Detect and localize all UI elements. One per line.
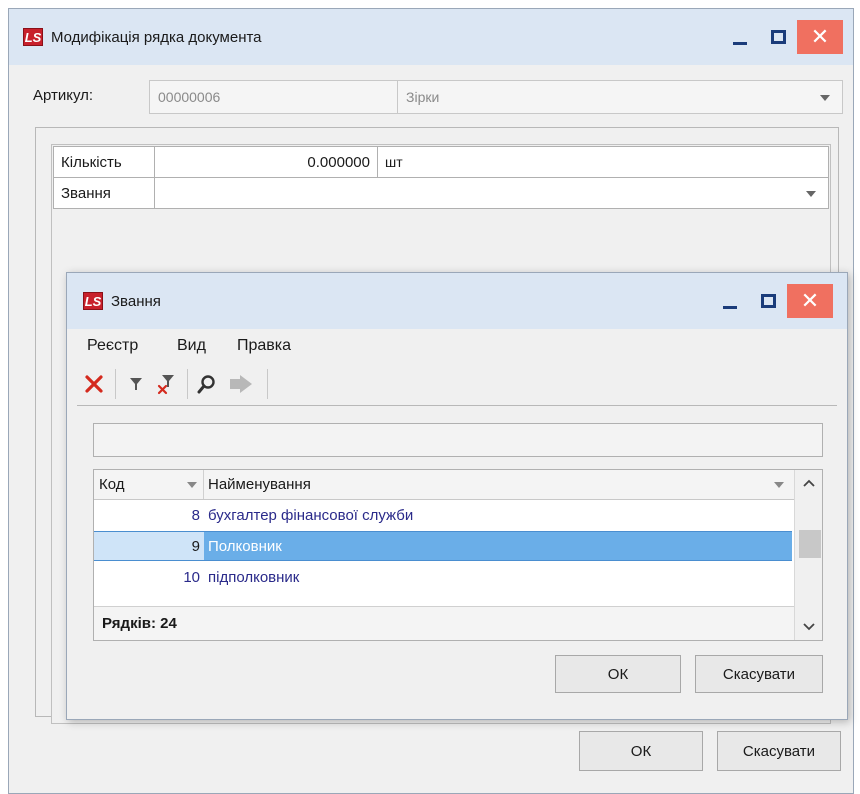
table-row[interactable]: 10 підполковник — [94, 562, 792, 592]
quantity-value: 0.000000 — [307, 153, 370, 171]
column-header-code[interactable]: Код — [94, 470, 204, 499]
scroll-up-icon[interactable] — [795, 470, 823, 496]
close-icon[interactable]: ✕ — [797, 20, 843, 54]
rank-label-cell: Звання — [53, 177, 155, 209]
navigate-icon[interactable] — [225, 369, 257, 399]
dialog-ok-label: ОК — [607, 665, 629, 683]
table-row-selected[interactable]: 9 Полковник — [94, 531, 792, 561]
app-logo-icon: LS — [83, 292, 103, 310]
quantity-field[interactable]: 0.000000 — [154, 146, 378, 178]
main-ok-label: ОК — [630, 742, 652, 760]
minimize-icon[interactable] — [721, 9, 759, 65]
main-ok-button[interactable]: ОК — [579, 731, 703, 771]
close-icon[interactable]: ✕ — [787, 284, 833, 318]
menu-registry[interactable]: Реєстр — [87, 337, 138, 355]
scrollbar[interactable] — [794, 470, 822, 640]
row-name: підполковник — [208, 568, 300, 586]
row-code: 10 — [183, 568, 200, 586]
scroll-thumb[interactable] — [799, 530, 821, 558]
maximize-icon[interactable] — [749, 273, 787, 329]
table-footer: Рядків: 24 — [94, 606, 794, 640]
dialog-titlebar[interactable]: LS Звання ✕ — [67, 273, 847, 329]
menu-edit[interactable]: Правка — [237, 337, 291, 355]
article-name-select[interactable]: Зірки — [397, 80, 843, 114]
article-code-value: 00000006 — [158, 89, 221, 105]
article-label: Артикул: — [33, 87, 94, 104]
row-code: 9 — [94, 532, 204, 560]
dialog-cancel-label: Скасувати — [722, 665, 796, 683]
maximize-icon[interactable] — [759, 9, 797, 65]
row-code: 8 — [191, 506, 200, 524]
rank-dialog: LS Звання ✕ Реєстр Вид Правка Код Наймен… — [66, 272, 848, 720]
rank-select[interactable] — [154, 177, 829, 209]
delete-icon[interactable] — [81, 369, 107, 399]
ranks-table: Код Найменування 8 бухгалтер фінансової … — [93, 469, 823, 641]
article-code-field[interactable]: 00000006 — [149, 80, 399, 114]
main-cancel-label: Скасувати — [742, 742, 816, 760]
clear-filter-icon[interactable] — [153, 369, 181, 399]
main-titlebar[interactable]: LS Модифікація рядка документа ✕ — [9, 9, 853, 65]
table-row[interactable]: 8 бухгалтер фінансової служби — [94, 500, 792, 530]
scroll-down-icon[interactable] — [795, 614, 823, 640]
search-input[interactable] — [93, 423, 823, 457]
column-code-label: Код — [99, 476, 125, 493]
article-name-value: Зірки — [406, 89, 440, 105]
sort-icon — [187, 482, 197, 488]
search-icon[interactable] — [193, 369, 221, 399]
row-name: Полковник — [208, 537, 282, 555]
unit-field[interactable]: шт — [377, 146, 829, 178]
row-count: Рядків: 24 — [102, 615, 177, 632]
row-name: бухгалтер фінансової служби — [208, 506, 414, 524]
column-header-name[interactable]: Найменування — [204, 470, 794, 499]
chevron-down-icon — [820, 95, 830, 101]
menu-view[interactable]: Вид — [177, 337, 206, 355]
chevron-down-icon — [806, 191, 816, 197]
sort-icon — [774, 482, 784, 488]
dialog-ok-button[interactable]: ОК — [555, 655, 681, 693]
minimize-icon[interactable] — [711, 273, 749, 329]
main-window-title: Модифікація рядка документа — [51, 28, 262, 46]
column-name-label: Найменування — [208, 476, 311, 493]
app-logo-icon: LS — [23, 28, 43, 46]
quantity-label-cell: Кількість — [53, 146, 155, 178]
filter-icon[interactable] — [123, 369, 149, 399]
dialog-cancel-button[interactable]: Скасувати — [695, 655, 823, 693]
main-cancel-button[interactable]: Скасувати — [717, 731, 841, 771]
unit-value: шт — [385, 154, 403, 170]
dialog-title: Звання — [111, 292, 161, 310]
rank-label: Звання — [61, 184, 111, 202]
table-header: Код Найменування — [94, 470, 794, 500]
quantity-label: Кількість — [61, 153, 122, 171]
